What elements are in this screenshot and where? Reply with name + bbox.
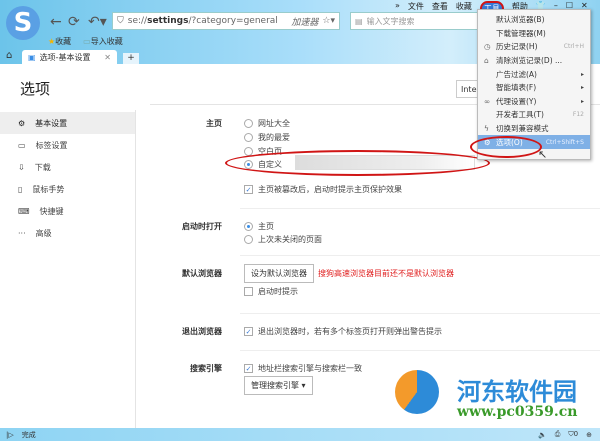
more-icon: ···: [18, 228, 26, 238]
sidebar-item-shortcuts[interactable]: ⌨ 快捷键: [0, 200, 135, 222]
tab-bar: ▣ 选项-基本设置 ✕ +: [0, 50, 139, 64]
menu-item-proxy[interactable]: ∞ 代理设置(Y) ▸: [478, 95, 590, 109]
settings-tab-icon: ▣: [28, 52, 36, 62]
homepage-label: 主页: [206, 119, 222, 128]
lightning-icon: ϟ: [484, 124, 489, 134]
status-text: 完成: [21, 430, 36, 439]
status-bar: |▷ 完成 🔈 ⎙ ⛉0 ⊕: [0, 428, 600, 441]
mouse-icon: ▯: [18, 184, 23, 194]
refresh-icon[interactable]: ⟳: [68, 14, 80, 30]
default-browser-warning: 搜狗高速浏览器目前还不是默认浏览器: [318, 269, 454, 278]
bookmark-bar: ★收藏 ▭导入收藏: [48, 36, 123, 47]
watermark-logo: [395, 370, 439, 414]
menu-item-default-browser[interactable]: 默认浏览器(B): [478, 13, 590, 27]
homepage-protect-checkbox[interactable]: ✓ 主页被篡改后，启动时提示主页保护效果: [244, 184, 402, 195]
divider: [240, 208, 600, 209]
divider: [240, 350, 600, 351]
screenshot-icon[interactable]: ⎙: [555, 430, 561, 439]
sidebar: ⚙ 基本设置 ▭ 标签设置 ⇩ 下载 ▯ 鼠标手势 ⌨ 快捷键 ··· 高级: [0, 112, 135, 244]
divider: [240, 255, 600, 256]
sidebar-item-mouse[interactable]: ▯ 鼠标手势: [0, 178, 135, 200]
menu-item-download-manager[interactable]: 下载管理器(M): [478, 27, 590, 41]
shield-icon[interactable]: ⛉0: [568, 430, 578, 439]
startup-label: 启动时打开: [182, 222, 222, 231]
radio-startup-home[interactable]: 主页: [244, 221, 274, 232]
default-browser-label: 默认浏览器: [182, 269, 222, 278]
gear-icon: ⚙: [18, 118, 26, 128]
back-icon[interactable]: ←: [50, 14, 62, 30]
new-tab-button[interactable]: +: [123, 53, 139, 64]
menu-more[interactable]: »: [395, 1, 400, 16]
download-icon: ⇩: [18, 162, 25, 172]
folder-icon: ▭: [83, 37, 91, 46]
undo-icon[interactable]: ↶▾: [88, 14, 107, 30]
manage-search-engines-button[interactable]: 管理搜索引擎 ▾: [244, 376, 313, 395]
sidebar-toggle-icon[interactable]: |▷: [6, 431, 14, 439]
tab-icon: ▭: [18, 140, 26, 150]
menu-item-adblock[interactable]: 广告过滤(A) ▸: [478, 67, 590, 81]
zoom-icon[interactable]: ⊕: [586, 431, 592, 439]
star-icon[interactable]: ☆▾: [322, 16, 335, 26]
eraser-icon: ⌂: [484, 56, 489, 66]
sidebar-item-download[interactable]: ⇩ 下载: [0, 156, 135, 178]
annotation-ellipse: [470, 136, 542, 158]
page-title: 选项: [20, 80, 51, 98]
clock-icon: ◷: [484, 42, 491, 52]
address-bar[interactable]: ⛉ se://settings/?category=general 加速器 ☆▾: [112, 12, 340, 30]
menu-item-clear-history[interactable]: ⌂ 清除浏览记录(D) ...: [478, 54, 590, 68]
bookmark-favorites[interactable]: ★收藏: [48, 36, 71, 47]
sidebar-item-basic[interactable]: ⚙ 基本设置: [0, 112, 135, 134]
annotation-ellipse: [225, 150, 490, 176]
tab-settings[interactable]: ▣ 选项-基本设置 ✕: [22, 50, 117, 64]
menu-view[interactable]: 查看: [432, 1, 448, 16]
bookmark-import[interactable]: ▭导入收藏: [83, 36, 123, 47]
exit-label: 退出浏览器: [182, 327, 222, 336]
menu-item-autofill[interactable]: 智能填表(F) ▸: [478, 81, 590, 95]
close-tab-icon[interactable]: ✕: [104, 53, 111, 62]
startup-prompt-checkbox[interactable]: 启动时提示: [244, 286, 298, 297]
link-icon: ∞: [484, 96, 491, 106]
menu-favorites[interactable]: 收藏: [456, 1, 472, 16]
sogou-logo[interactable]: S: [6, 6, 40, 40]
menu-item-history[interactable]: ◷ 历史记录(H) Ctrl+H: [478, 40, 590, 54]
volume-icon[interactable]: 🔈: [538, 431, 547, 439]
search-engine-label: 搜索引擎: [190, 364, 222, 373]
keyboard-icon: ⌨: [18, 206, 30, 216]
search-engine-icon: ▤: [355, 16, 363, 26]
divider: [240, 313, 600, 314]
radio-startup-last[interactable]: 上次未关闭的页面: [244, 234, 322, 245]
exit-warning-checkbox[interactable]: ✓ 退出浏览器时，若有多个标签页打开则弹出警告提示: [244, 326, 442, 337]
sidebar-item-advanced[interactable]: ··· 高级: [0, 222, 135, 244]
search-engine-sync-checkbox[interactable]: ✓ 地址栏搜索引擎与搜索栏一致: [244, 363, 362, 374]
radio-homepage-nav[interactable]: 网址大全: [244, 118, 290, 129]
menu-file[interactable]: 文件: [408, 1, 424, 16]
shield-icon: ⛉: [117, 16, 124, 26]
divider: [135, 110, 136, 428]
radio-homepage-favorites[interactable]: 我的最爱: [244, 132, 290, 143]
set-default-browser-button[interactable]: 设为默认浏览器: [244, 264, 314, 283]
sidebar-item-tabs[interactable]: ▭ 标签设置: [0, 134, 135, 156]
menu-item-compat-mode[interactable]: ϟ 切换到兼容模式: [478, 122, 590, 136]
accelerator-button[interactable]: 加速器: [291, 15, 318, 28]
menu-item-devtools[interactable]: 开发者工具(T) F12: [478, 108, 590, 122]
cursor-icon: ↖: [538, 148, 548, 161]
